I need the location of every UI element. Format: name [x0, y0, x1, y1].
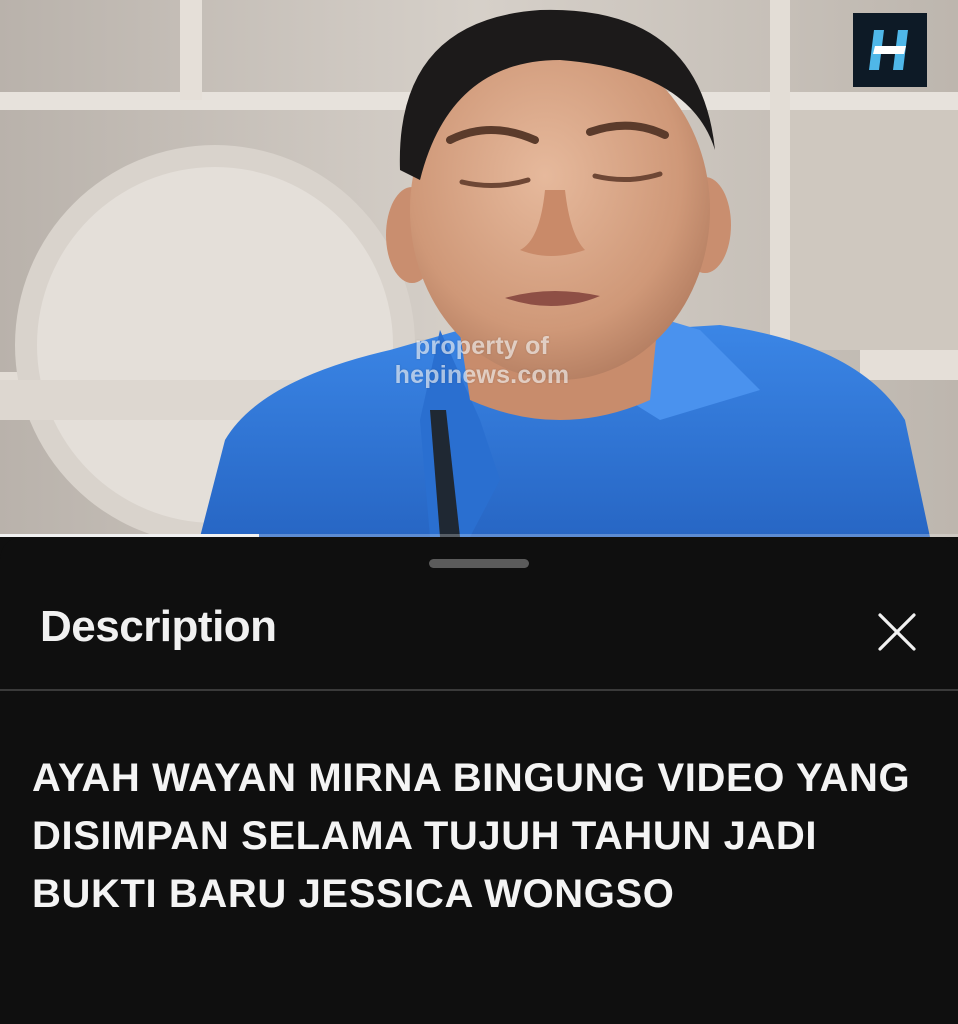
- sheet-divider: [0, 689, 958, 691]
- watermark-line-1: property of: [414, 332, 550, 360]
- channel-logo: [853, 13, 927, 87]
- watermark-text: property of hepinews.com: [352, 332, 612, 390]
- watermark-line-2: hepinews.com: [394, 361, 570, 389]
- close-icon: [878, 613, 916, 651]
- hepinews-logo-icon: [869, 30, 908, 70]
- video-title: AYAH WAYAN MIRNA BINGUNG VIDEO YANG DISI…: [32, 756, 911, 916]
- description-sheet: Description AYAH WAYAN MIRNA BINGUNG VID…: [0, 537, 958, 1024]
- sheet-title: Description: [40, 602, 277, 651]
- video-player[interactable]: property of hepinews.com: [0, 0, 958, 537]
- youtube-screen: property of hepinews.com Description AYA…: [0, 0, 958, 1024]
- close-button[interactable]: [868, 603, 926, 661]
- video-frame: [0, 0, 958, 537]
- sheet-drag-handle[interactable]: [429, 559, 529, 568]
